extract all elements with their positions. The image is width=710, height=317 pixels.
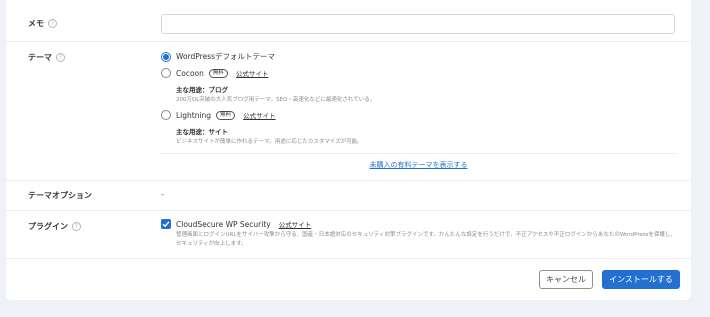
show-paid-themes-link[interactable]: 未購入の有料テーマを表示する — [161, 160, 676, 170]
theme-label: テーマ — [28, 53, 52, 62]
memo-label-group: メモ ? — [28, 18, 57, 29]
theme-description: ビジネスサイトが簡単に作れるテーマ。用途に応じたカスタマイズが可能。 — [176, 139, 363, 145]
free-badge: 無料 — [208, 68, 228, 78]
memo-row: メモ ? — [6, 0, 691, 42]
free-badge: 無料 — [216, 110, 236, 120]
theme-options-label-group: テーマオプション — [28, 190, 92, 201]
check-icon — [162, 221, 170, 228]
theme-row: テーマ ? WordPressデフォルトテーマ Cocoon 無料 公式サイト … — [6, 42, 691, 181]
theme-option-name: Lightning — [176, 110, 212, 120]
plugin-label-group: プラグイン ? — [28, 221, 81, 232]
memo-label: メモ — [28, 19, 44, 28]
theme-options-label: テーマオプション — [28, 191, 92, 200]
plugin-description: 管理画面とログインURLをサイバー攻撃から守る、国産・日本語対応のセキュリティ対… — [176, 232, 677, 247]
install-button[interactable]: インストールする — [602, 270, 680, 289]
theme-option-name: Cocoon — [176, 68, 204, 78]
theme-label-group: テーマ ? — [28, 52, 65, 63]
plugin-row: プラグイン ? CloudSecure WP Security 公式サイト 管理… — [6, 211, 691, 259]
theme-option-default[interactable]: WordPressデフォルトテーマ — [161, 51, 275, 62]
checkbox-checked-icon[interactable] — [161, 219, 171, 229]
theme-usage: 主な用途：ブログ — [176, 86, 228, 94]
theme-options-row: テーマオプション - — [6, 181, 691, 211]
help-icon[interactable]: ? — [48, 19, 57, 28]
theme-usage: 主な用途：サイト — [176, 128, 228, 136]
theme-options-value: - — [161, 190, 164, 199]
cancel-button[interactable]: キャンセル — [539, 270, 593, 289]
official-site-link[interactable]: 公式サイト — [243, 110, 276, 120]
radio-icon[interactable] — [161, 110, 171, 120]
official-site-link[interactable]: 公式サイト — [279, 219, 312, 229]
memo-input[interactable] — [161, 14, 675, 34]
plugin-label: プラグイン — [28, 222, 68, 231]
plugin-option[interactable]: CloudSecure WP Security 公式サイト — [161, 219, 311, 229]
radio-selected-icon[interactable] — [161, 51, 171, 62]
help-icon[interactable]: ? — [72, 222, 81, 231]
theme-option-cocoon[interactable]: Cocoon 無料 公式サイト — [161, 68, 268, 78]
official-site-link[interactable]: 公式サイト — [236, 68, 269, 78]
theme-option-name: WordPressデフォルトテーマ — [176, 52, 276, 61]
theme-option-lightning[interactable]: Lightning 無料 公式サイト — [161, 110, 276, 120]
help-icon[interactable]: ? — [56, 53, 65, 62]
settings-card: メモ ? テーマ ? WordPressデフォルトテーマ Cocoon 無料 公… — [6, 0, 691, 300]
plugin-name: CloudSecure WP Security — [176, 219, 271, 229]
divider — [161, 153, 676, 154]
theme-description: 200万DL突破の大人気ブログ用テーマ。SEO・高速化などに最適化されている。 — [176, 97, 376, 103]
radio-icon[interactable] — [161, 68, 171, 78]
